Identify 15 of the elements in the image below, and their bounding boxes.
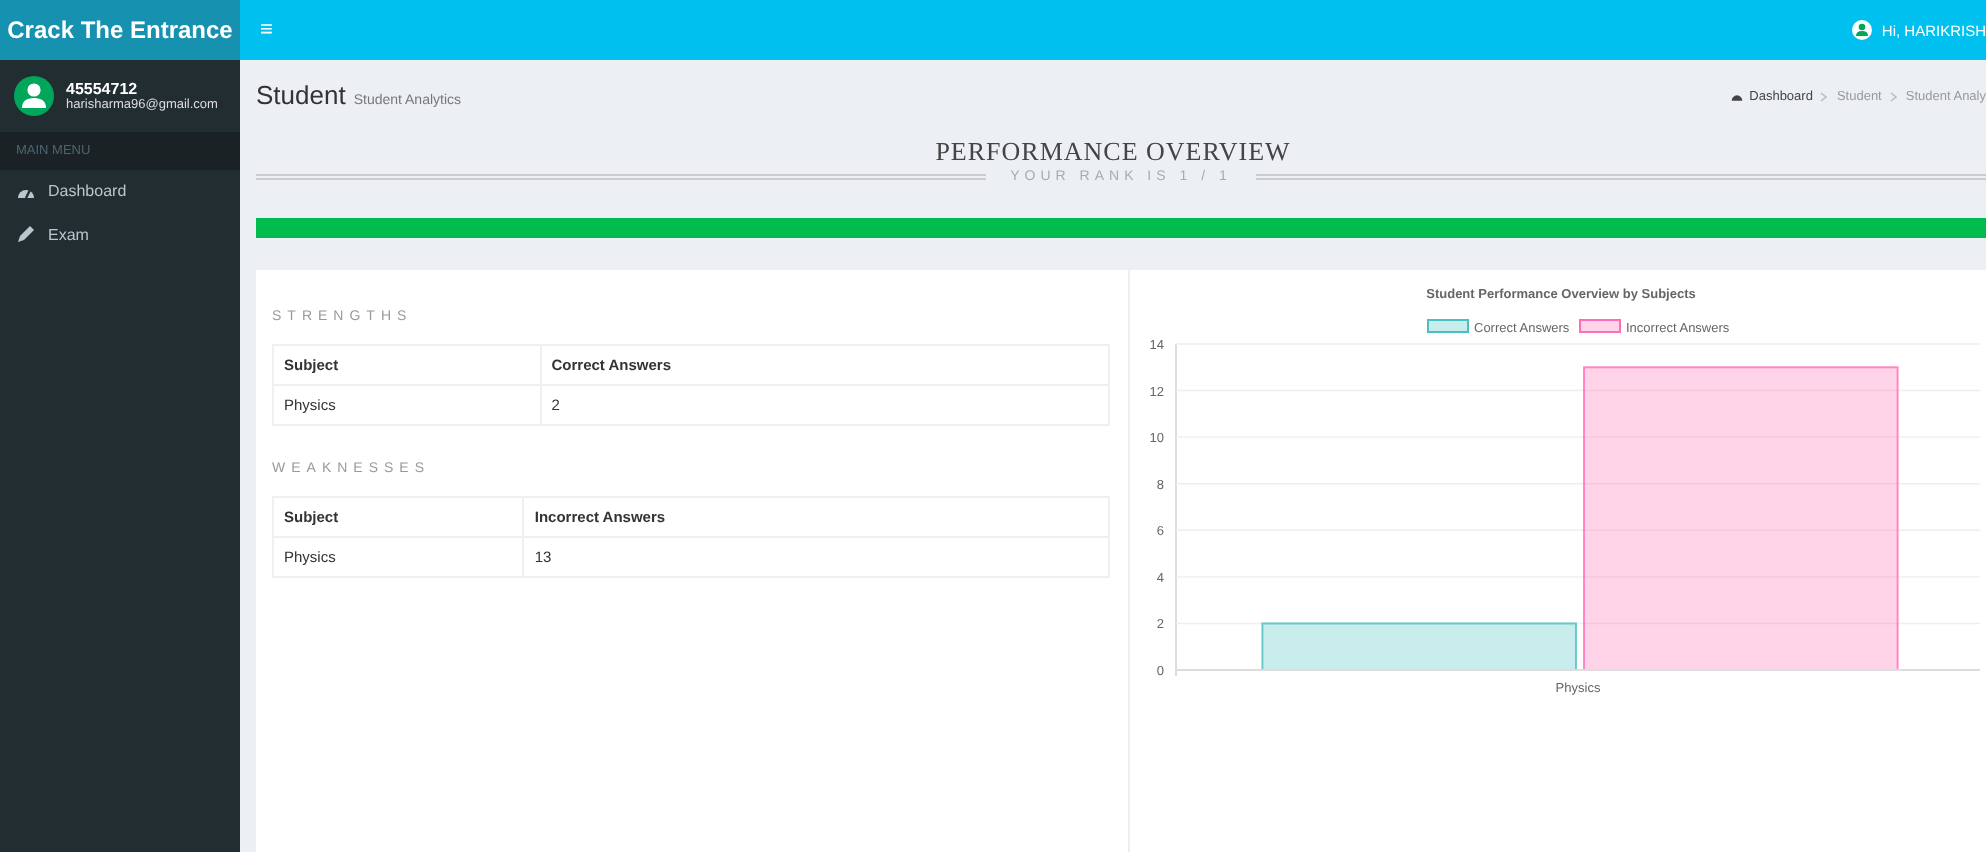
dashboard-icon — [1729, 90, 1744, 102]
pencil-icon — [16, 224, 36, 244]
user-id: 45554712 — [66, 80, 140, 98]
chevron-right-icon — [1820, 91, 1829, 101]
menu-toggle-button[interactable]: ≡ — [260, 18, 273, 42]
legend-swatch — [1427, 319, 1469, 333]
legend-swatch — [1579, 319, 1621, 333]
user-avatar-icon — [1851, 20, 1872, 40]
section-heading: PERFORMANCE OVERVIEW — [933, 136, 1293, 168]
user-avatar-icon — [14, 76, 54, 116]
chevron-right-icon — [1889, 91, 1898, 101]
page-title: Student — [256, 80, 346, 110]
sidebar-item[interactable]: Dashboard — [0, 170, 240, 212]
brand-logo[interactable]: Crack The Entrance — [0, 0, 240, 60]
sidebar-item[interactable]: Exam — [0, 212, 240, 256]
